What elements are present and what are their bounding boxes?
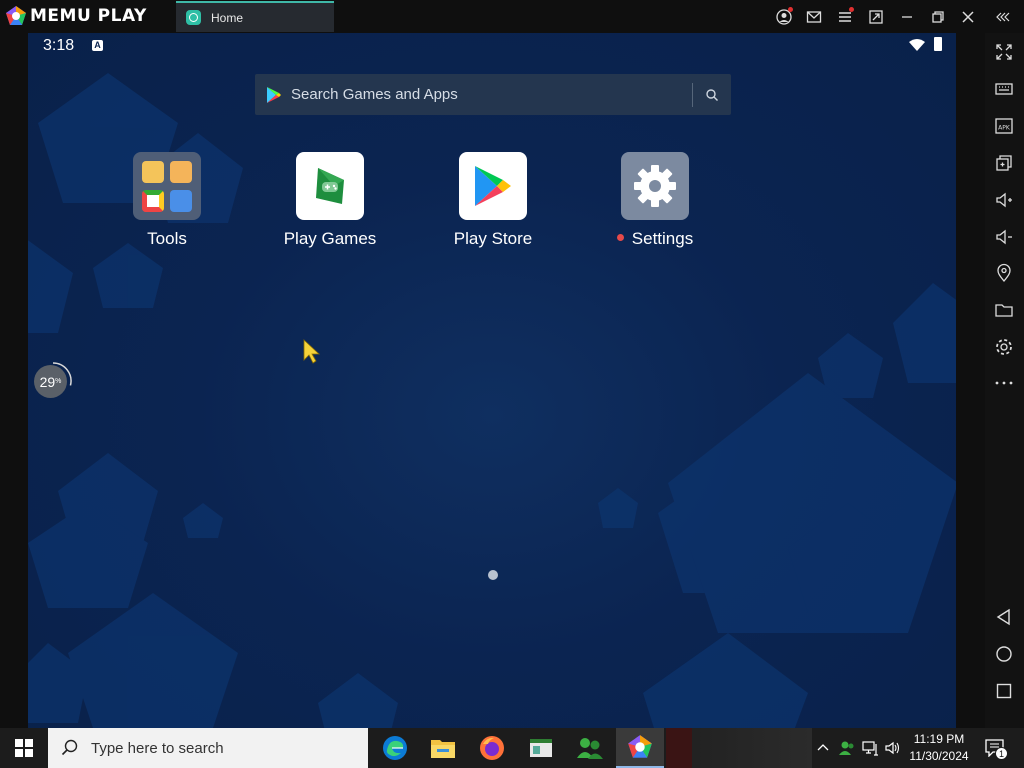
taskbar-thumbnail — [666, 728, 692, 768]
account-icon[interactable] — [774, 7, 794, 27]
chevron-up-icon[interactable] — [814, 739, 832, 757]
restore-icon[interactable] — [928, 7, 948, 27]
recents-icon[interactable] — [993, 680, 1015, 702]
edge-icon[interactable] — [371, 728, 419, 768]
multi-instance-icon[interactable] — [993, 152, 1015, 174]
notification-center-icon[interactable]: 1 — [984, 739, 1008, 760]
mouse-cursor-icon — [303, 339, 321, 364]
android-home-screen[interactable]: 3:18 A Search Games and Apps Tools Play … — [28, 33, 956, 728]
home-tab-icon — [186, 10, 201, 25]
app-play-games[interactable]: Play Games — [270, 152, 390, 249]
search-icon — [61, 739, 78, 756]
battery-icon — [934, 37, 942, 51]
performance-percent: 29 — [39, 373, 56, 390]
volume-up-icon[interactable] — [993, 189, 1015, 211]
windows-logo-icon — [15, 739, 33, 757]
folder-icon[interactable] — [993, 299, 1015, 321]
play-games-icon — [296, 152, 364, 220]
tab-home[interactable]: Home — [176, 1, 334, 32]
close-icon[interactable] — [958, 7, 978, 27]
page-indicator — [488, 570, 498, 580]
status-clock: 3:18 — [43, 37, 75, 54]
search-icon[interactable] — [693, 74, 731, 115]
notification-count-badge: 1 — [995, 747, 1008, 760]
wifi-icon — [909, 39, 925, 51]
clock-time: 11:19 PM — [913, 732, 965, 746]
app-label: Play Games — [283, 229, 377, 248]
taskbar-search[interactable]: Type here to search — [48, 728, 368, 768]
performance-value: 29% — [34, 365, 67, 398]
emulator-toolbar: APK — [985, 33, 1024, 728]
app-label: Settings — [631, 229, 694, 248]
tab-home-label: Home — [211, 10, 244, 25]
app-tools[interactable]: Tools — [107, 152, 227, 249]
screenshot-icon[interactable] — [866, 7, 886, 27]
volume-down-icon[interactable] — [993, 226, 1015, 248]
collapse-panel-icon[interactable] — [993, 7, 1013, 27]
menu-icon[interactable] — [835, 7, 855, 27]
app-settings[interactable]: Settings — [595, 152, 715, 249]
chrome-mini-icon — [142, 189, 164, 212]
app-label: Tools — [147, 229, 187, 248]
app-play-store[interactable]: Play Store — [433, 152, 553, 249]
svg-text:APK: APK — [998, 125, 1011, 132]
search-input[interactable]: Search Games and Apps — [291, 86, 692, 103]
memu-logo: MEMU PLAY — [5, 5, 147, 27]
android-status-bar: 3:18 A — [28, 33, 956, 59]
settings-gear-icon — [621, 152, 689, 220]
wallpaper — [28, 73, 956, 728]
minimize-icon[interactable] — [897, 7, 917, 27]
performance-unit: % — [55, 378, 62, 385]
apk-icon[interactable]: APK — [993, 115, 1015, 137]
tools-mini-icon — [142, 160, 164, 183]
taskbar-search-input[interactable]: Type here to search — [91, 740, 224, 757]
memu-logo-icon — [6, 6, 26, 25]
left-border — [0, 33, 28, 728]
clock-date: 11/30/2024 — [909, 749, 969, 763]
windows-taskbar: Type here to search 11:19 PM 11/30/2024 … — [0, 728, 1024, 768]
brand-name: MEMU PLAY — [30, 6, 147, 26]
notification-dot — [616, 234, 624, 242]
tools-mini-icon — [170, 160, 192, 183]
app-label-settings: Settings — [595, 229, 715, 249]
keyboard-icon[interactable] — [993, 78, 1015, 100]
network-icon[interactable] — [862, 739, 880, 757]
firefox-icon[interactable] — [468, 728, 516, 768]
emulator-titlebar: MEMU PLAY Home — [0, 0, 1024, 33]
memu-icon[interactable] — [616, 728, 664, 768]
location-icon[interactable] — [993, 262, 1015, 284]
performance-widget[interactable]: 29% — [32, 360, 74, 402]
right-border — [956, 33, 985, 728]
tools-folder-icon — [133, 152, 201, 220]
play-store-icon — [459, 152, 527, 220]
app-window-icon[interactable] — [517, 728, 565, 768]
app-label: Play Store — [453, 229, 533, 248]
mail-icon[interactable] — [804, 7, 824, 27]
taskbar-thumbnail — [692, 728, 812, 768]
download-mini-icon — [170, 189, 192, 212]
more-icon[interactable] — [993, 372, 1015, 394]
home-icon[interactable] — [993, 643, 1015, 665]
file-explorer-icon[interactable] — [419, 728, 467, 768]
play-store-mini-icon — [267, 86, 281, 103]
people-app-icon[interactable] — [566, 728, 614, 768]
taskbar-clock[interactable]: 11:19 PM 11/30/2024 — [900, 731, 978, 765]
back-icon[interactable] — [993, 606, 1015, 628]
search-bar[interactable]: Search Games and Apps — [255, 74, 731, 115]
people-tray-icon[interactable] — [838, 739, 856, 757]
notification-badge: A — [92, 40, 103, 51]
settings-icon[interactable] — [993, 336, 1015, 358]
fullscreen-icon[interactable] — [993, 41, 1015, 63]
start-button[interactable] — [0, 728, 48, 768]
